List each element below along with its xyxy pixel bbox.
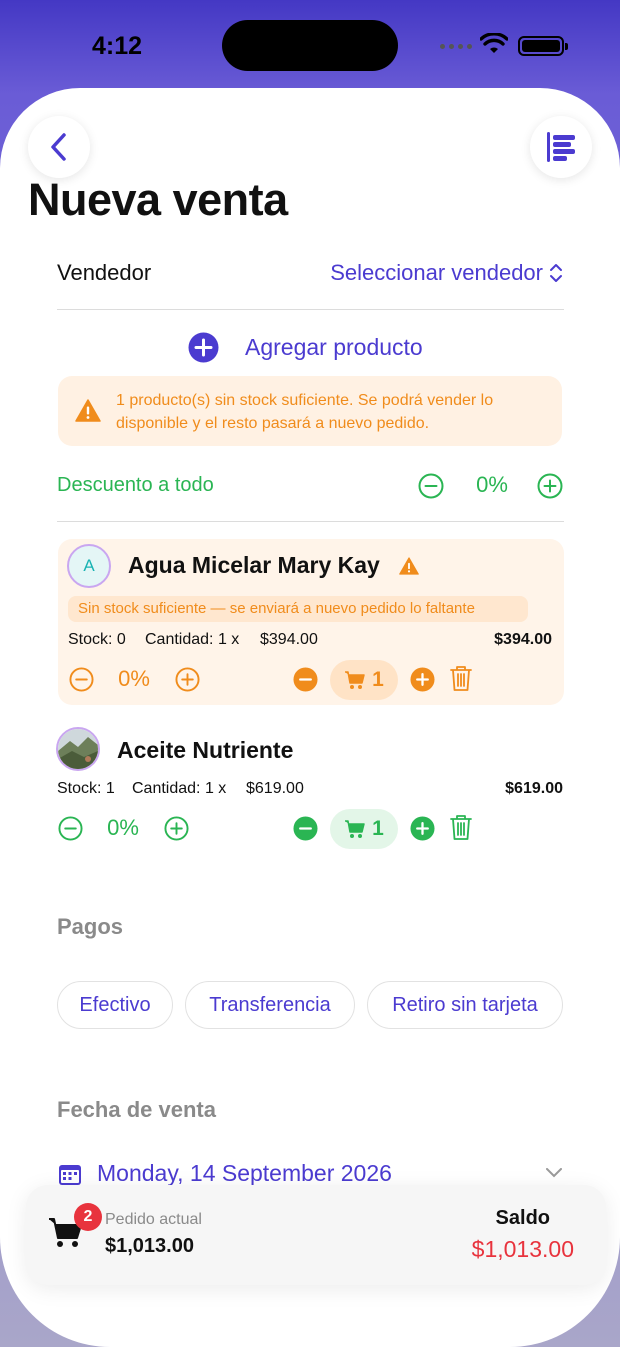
plus-circle-outline-icon[interactable]: [537, 473, 563, 499]
seller-label: Vendedor: [57, 260, 152, 285]
product-stock-warning: Sin stock suficiente — se enviará a nuev…: [68, 596, 528, 622]
unit-price: $619.00: [246, 780, 304, 797]
minus-circle-icon[interactable]: [418, 473, 444, 499]
divider: [57, 521, 564, 522]
list-icon: [547, 132, 575, 162]
chevron-down-icon: [546, 1168, 562, 1178]
seller-value: Seleccionar vendedor: [330, 260, 543, 285]
sale-date-heading: Fecha de venta: [57, 1097, 216, 1122]
cart-qty-value: 1: [372, 817, 384, 840]
trash-icon[interactable]: [450, 814, 472, 841]
warning-icon: [75, 399, 101, 422]
line-total: $619.00: [505, 780, 563, 797]
order-label: Pedido actual: [105, 1211, 202, 1228]
product-card: Aceite Nutriente Stock: 1 Cantidad: 1 x …: [55, 724, 565, 854]
battery-icon: [518, 36, 568, 56]
stock-warning-text: 1 producto(s) sin stock suficiente. Se p…: [116, 392, 494, 432]
product-discount: 0%: [118, 666, 150, 691]
dynamic-island: [222, 20, 398, 71]
balance-label: Saldo: [495, 1207, 550, 1229]
page-title: Nueva venta: [28, 174, 288, 225]
product-avatar: A: [67, 544, 111, 588]
add-product-label: Agregar producto: [245, 333, 423, 360]
line-total: $394.00: [494, 631, 552, 648]
chevron-updown-icon: [550, 264, 562, 282]
product-thumbnail: [56, 727, 100, 771]
qty-minus-icon[interactable]: [293, 816, 318, 841]
product-discount: 0%: [107, 815, 139, 840]
cart-icon: [345, 820, 365, 838]
warning-icon: [399, 557, 419, 575]
product-image: [58, 729, 98, 769]
order-summary-bar: 2 Pedido actual $1,013.00 Saldo $1,013.0…: [26, 1185, 606, 1285]
trash-icon[interactable]: [450, 665, 472, 692]
balance-value: $1,013.00: [471, 1236, 574, 1262]
sale-sheet: Nueva venta Vendedor Seleccionar vendedo…: [0, 88, 620, 1347]
quantity-text: Cantidad: 1 x: [145, 631, 240, 648]
back-button[interactable]: [28, 116, 90, 178]
global-discount-row: Descuento a todo 0%: [57, 472, 563, 502]
payment-option-cardless[interactable]: Retiro sin tarjeta: [367, 981, 563, 1029]
cart-icon: [345, 671, 365, 689]
payment-option-cash[interactable]: Efectivo: [57, 981, 173, 1029]
payments-heading: Pagos: [57, 914, 124, 939]
unit-price: $394.00: [260, 631, 318, 648]
discount-plus-icon[interactable]: [164, 816, 189, 841]
cart-quantity: 1: [330, 809, 398, 849]
payment-option-transfer[interactable]: Transferencia: [185, 981, 355, 1029]
stock-warning-banner: 1 producto(s) sin stock suficiente. Se p…: [58, 376, 562, 446]
quantity-text: Cantidad: 1 x: [132, 780, 227, 797]
order-total: $1,013.00: [105, 1235, 194, 1257]
status-bar: 4:12: [0, 0, 620, 90]
discount-plus-icon[interactable]: [175, 667, 200, 692]
seller-select[interactable]: Seleccionar vendedor: [330, 260, 563, 286]
chevron-left-icon: [51, 133, 66, 161]
qty-minus-icon[interactable]: [293, 667, 318, 692]
sale-date-value: Monday, 14 September 2026: [97, 1160, 392, 1186]
add-product-button[interactable]: Agregar producto: [188, 331, 423, 363]
status-time: 4:12: [92, 32, 143, 60]
global-discount-value: 0%: [476, 472, 508, 497]
menu-button[interactable]: [530, 116, 592, 178]
product-initial: A: [83, 556, 95, 575]
discount-minus-icon[interactable]: [58, 816, 83, 841]
cart-quantity: 1: [330, 660, 398, 700]
wifi-icon: [480, 33, 508, 53]
divider: [57, 309, 564, 310]
product-name: Agua Micelar Mary Kay: [128, 552, 380, 578]
cart-count-badge: 2: [74, 1203, 102, 1231]
qty-plus-icon[interactable]: [410, 816, 435, 841]
signal-icon: [440, 44, 472, 49]
global-discount-label: Descuento a todo: [57, 474, 214, 496]
discount-minus-icon[interactable]: [69, 667, 94, 692]
calendar-icon: [59, 1165, 81, 1185]
cart-qty-value: 1: [372, 668, 384, 691]
seller-row: Vendedor Seleccionar vendedor: [57, 260, 563, 290]
plus-circle-icon: [188, 332, 219, 362]
stock-label: Stock: 1: [57, 780, 115, 797]
stock-label: Stock: 0: [68, 631, 126, 648]
qty-plus-icon[interactable]: [410, 667, 435, 692]
product-name: Aceite Nutriente: [117, 737, 294, 763]
product-card: A Agua Micelar Mary Kay Sin stock sufici…: [58, 539, 564, 705]
